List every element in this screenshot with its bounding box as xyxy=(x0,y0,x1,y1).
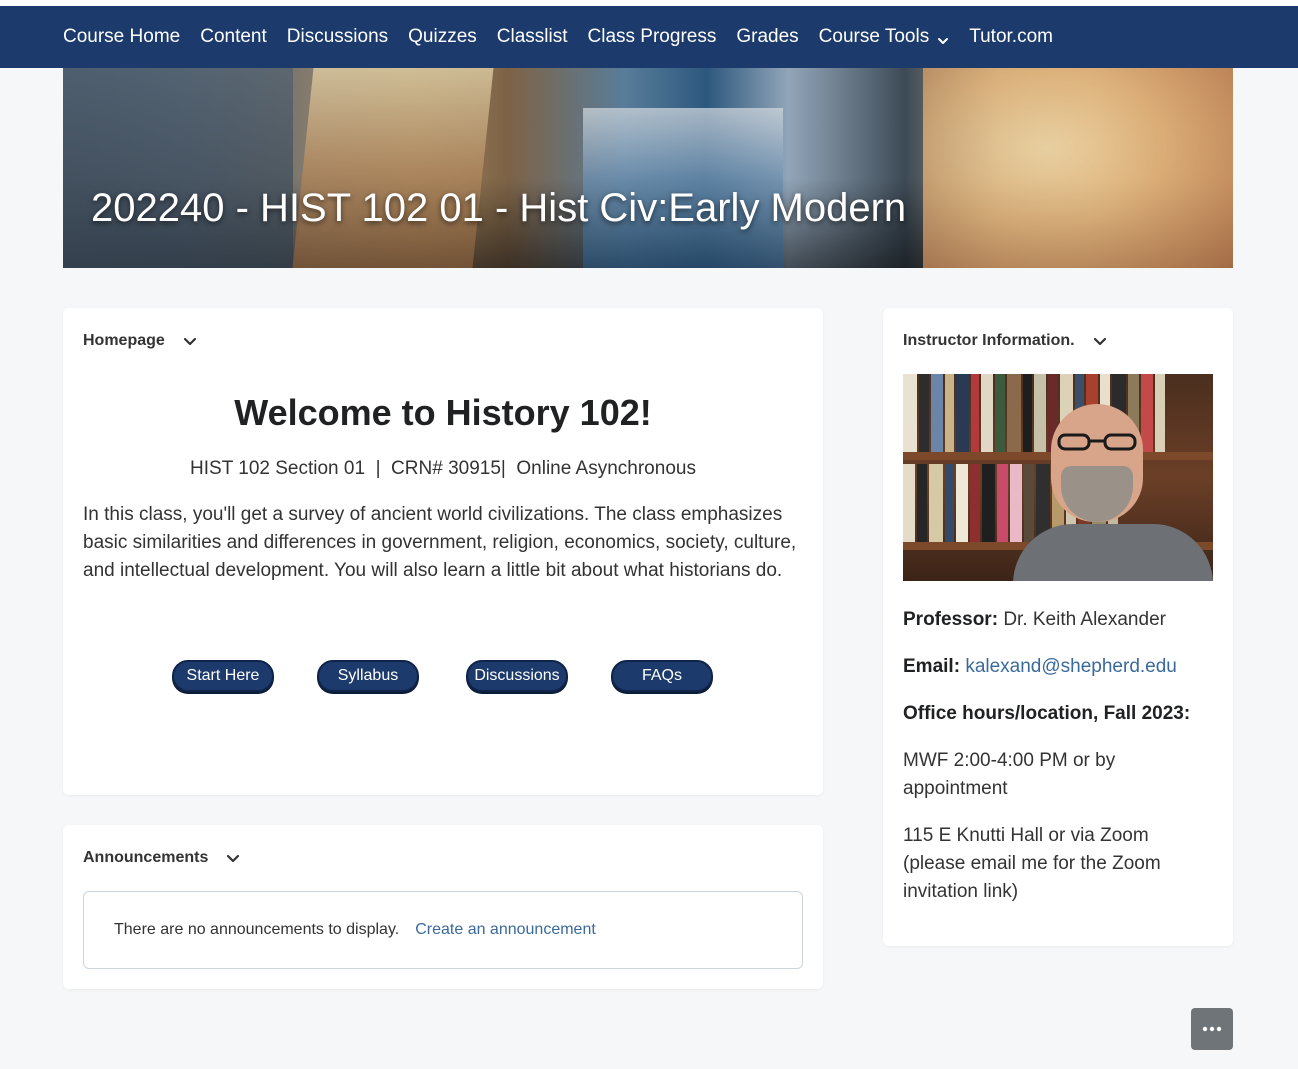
start-here-button[interactable]: Start Here xyxy=(172,660,274,692)
office-hours-heading: Office hours/location, Fall 2023: xyxy=(903,700,1213,728)
instructor-shirt xyxy=(1013,524,1213,581)
course-description: In this class, you'll get a survey of an… xyxy=(83,504,797,581)
instructor-widget: Instructor Information. Professor: Dr. K… xyxy=(883,308,1233,946)
nav-content[interactable]: Content xyxy=(200,26,267,48)
announcements-widget-title: Announcements xyxy=(83,849,209,866)
nav-quizzes[interactable]: Quizzes xyxy=(408,26,477,48)
announcements-empty-state: There are no announcements to display. C… xyxy=(83,891,803,969)
chevron-down-icon[interactable] xyxy=(183,334,197,348)
banner-image-layer xyxy=(63,68,293,268)
syllabus-button[interactable]: Syllabus xyxy=(317,660,419,692)
banner-image-layer xyxy=(292,68,494,268)
office-hours-time: MWF 2:00-4:00 PM or by appointment xyxy=(903,750,1116,799)
nav-discussions[interactable]: Discussions xyxy=(287,26,388,48)
chevron-down-icon[interactable] xyxy=(1093,334,1107,348)
glasses-icon xyxy=(1057,433,1137,451)
office-hours-label: Office hours/location, Fall 2023: xyxy=(903,703,1191,724)
announcements-widget: Announcements There are no announcements… xyxy=(63,825,823,989)
professor-line: Professor: Dr. Keith Alexander xyxy=(903,606,1213,634)
nav-course-tools[interactable]: Course Tools xyxy=(819,26,950,48)
nav-classlist[interactable]: Classlist xyxy=(497,26,568,48)
homepage-widget-title: Homepage xyxy=(83,332,165,349)
email-label: Email: xyxy=(903,656,961,677)
instructor-email-link[interactable]: kalexand@shepherd.edu xyxy=(965,656,1177,677)
course-navbar: Course Home Content Discussions Quizzes … xyxy=(0,6,1298,68)
chevron-down-icon[interactable] xyxy=(226,851,240,865)
course-section-info: HIST 102 Section 01 | CRN# 30915| Online… xyxy=(190,458,696,479)
course-title: 202240 - HIST 102 01 - Hist Civ:Early Mo… xyxy=(91,186,907,230)
instructor-widget-title: Instructor Information. xyxy=(903,332,1075,349)
nav-course-home[interactable]: Course Home xyxy=(63,26,180,48)
chevron-down-icon xyxy=(937,31,949,44)
homepage-widget-header[interactable]: Homepage xyxy=(83,332,197,350)
professor-name: Dr. Keith Alexander xyxy=(1003,609,1166,630)
nav-grades[interactable]: Grades xyxy=(736,26,798,48)
more-options-button[interactable] xyxy=(1191,1008,1233,1050)
nav-class-progress[interactable]: Class Progress xyxy=(588,26,717,48)
announcements-widget-header[interactable]: Announcements xyxy=(83,849,240,867)
email-line: Email: kalexand@shepherd.edu xyxy=(903,653,1213,681)
faqs-button[interactable]: FAQs xyxy=(611,660,713,692)
discussions-button[interactable]: Discussions xyxy=(466,660,568,692)
instructor-widget-header[interactable]: Instructor Information. xyxy=(903,332,1107,350)
professor-label: Professor: xyxy=(903,609,999,630)
instructor-photo xyxy=(903,374,1213,581)
banner-image-layer xyxy=(923,68,1233,268)
office-location: 115 E Knutti Hall or via Zoom (please em… xyxy=(903,825,1161,902)
homepage-widget: Homepage Welcome to History 102! HIST 10… xyxy=(63,308,823,795)
course-banner: 202240 - HIST 102 01 - Hist Civ:Early Mo… xyxy=(63,68,1233,268)
nav-tutor-com[interactable]: Tutor.com xyxy=(969,26,1053,48)
create-announcement-link[interactable]: Create an announcement xyxy=(415,921,596,939)
no-announcements-text: There are no announcements to display. xyxy=(114,921,400,938)
welcome-heading: Welcome to History 102! xyxy=(234,392,652,433)
more-options-icon xyxy=(1202,1026,1222,1032)
